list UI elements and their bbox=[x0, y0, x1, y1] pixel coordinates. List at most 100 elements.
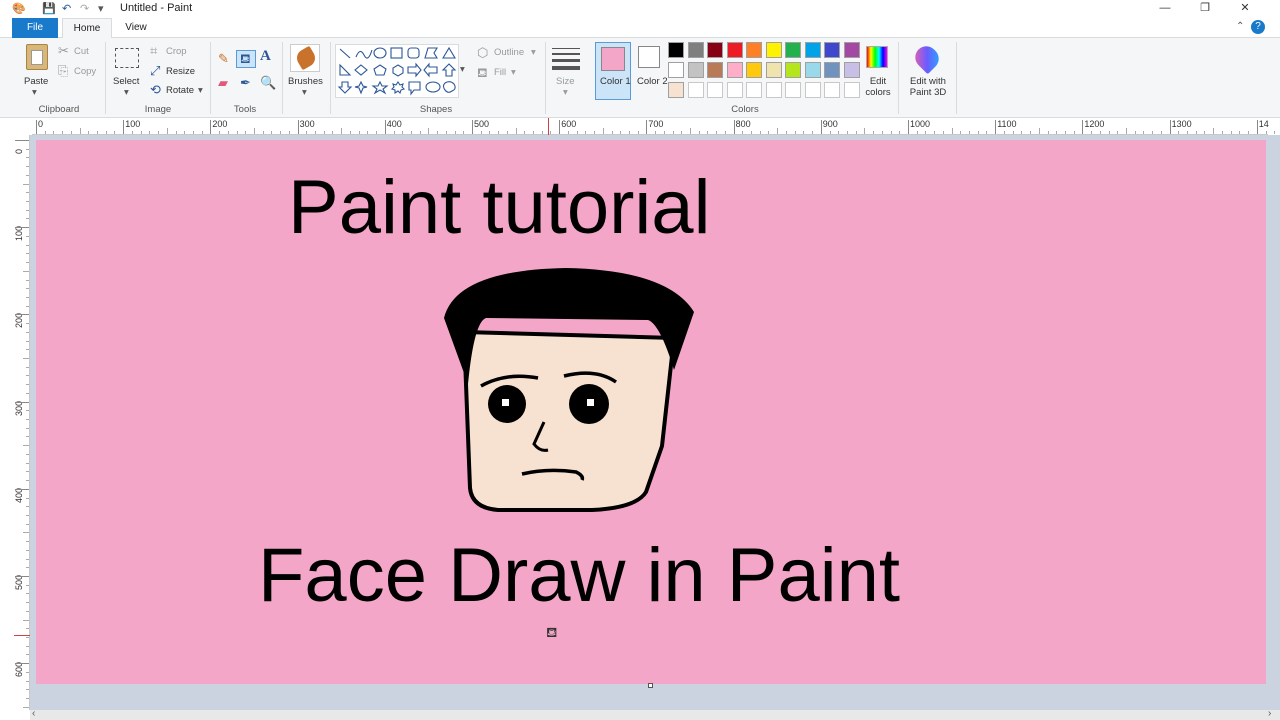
maximize-button[interactable]: ❐ bbox=[1190, 0, 1220, 16]
eraser-icon[interactable]: ▰ bbox=[218, 76, 228, 90]
empty-custom-color-swatch[interactable] bbox=[726, 82, 743, 98]
palette-color-swatch[interactable] bbox=[668, 62, 684, 78]
fill-dropdown-icon[interactable]: ▾ bbox=[511, 67, 516, 78]
redo-icon[interactable]: ↷ bbox=[80, 2, 89, 16]
outline-dropdown-icon[interactable]: ▾ bbox=[531, 47, 536, 58]
empty-custom-color-swatch[interactable] bbox=[687, 82, 704, 98]
palette-color-swatch[interactable] bbox=[785, 42, 801, 58]
brushes-icon[interactable] bbox=[290, 44, 320, 72]
close-button[interactable]: ✕ bbox=[1230, 0, 1260, 16]
empty-custom-color-swatch[interactable] bbox=[843, 82, 860, 98]
ruler-minor-tick bbox=[192, 131, 194, 134]
empty-custom-color-swatch[interactable] bbox=[765, 82, 782, 98]
ruler-minor-tick bbox=[288, 131, 290, 134]
edit-with-paint3d-button[interactable]: Edit with Paint 3D bbox=[904, 76, 952, 98]
paste-dropdown-icon[interactable]: ▾ bbox=[32, 87, 37, 98]
select-dropdown-icon[interactable]: ▾ bbox=[124, 87, 129, 98]
shapes-gallery[interactable] bbox=[335, 44, 459, 98]
palette-color-swatch[interactable] bbox=[843, 42, 860, 58]
empty-custom-color-swatch[interactable] bbox=[785, 82, 801, 98]
save-icon[interactable]: 💾 bbox=[42, 2, 56, 16]
tab-file[interactable]: File bbox=[12, 18, 58, 38]
copy-button[interactable]: Copy bbox=[74, 66, 96, 77]
fill-button[interactable]: Fill bbox=[494, 67, 506, 78]
palette-color-swatch[interactable] bbox=[707, 42, 723, 58]
palette-color-swatch[interactable] bbox=[668, 42, 684, 58]
fill-icon[interactable]: ⛾ bbox=[477, 66, 488, 80]
outline-button[interactable]: Outline bbox=[494, 47, 524, 58]
ruler-minor-tick bbox=[951, 128, 953, 134]
text-icon[interactable]: A bbox=[260, 48, 271, 65]
size-button[interactable]: Size bbox=[556, 76, 574, 87]
paint3d-icon[interactable] bbox=[910, 41, 944, 75]
outline-icon[interactable]: ⬡ bbox=[477, 46, 488, 60]
ribbon: Paste ▾ ✂ Cut ⎘ Copy Clipboard Select ▾ … bbox=[0, 38, 1280, 118]
palette-color-swatch[interactable] bbox=[824, 62, 840, 78]
ruler-minor-tick bbox=[201, 131, 203, 134]
empty-custom-color-swatch[interactable] bbox=[824, 82, 840, 98]
palette-color-swatch[interactable] bbox=[726, 62, 743, 78]
cut-button[interactable]: Cut bbox=[74, 46, 89, 57]
cut-icon[interactable]: ✂ bbox=[58, 44, 69, 58]
palette-color-swatch[interactable] bbox=[746, 62, 762, 78]
color-picker-icon[interactable]: ✒ bbox=[240, 76, 251, 90]
drawing-canvas[interactable]: Paint tutorial Face Draw in Paint ⛾ bbox=[36, 140, 1266, 684]
edit-colors-icon[interactable] bbox=[866, 46, 888, 68]
scroll-right-icon[interactable]: › bbox=[1268, 708, 1271, 719]
edit-colors-button[interactable]: Edit colors bbox=[862, 76, 894, 98]
ruler-minor-tick bbox=[881, 131, 883, 134]
tab-view[interactable]: View bbox=[116, 18, 156, 38]
palette-color-swatch[interactable] bbox=[804, 42, 821, 58]
palette-color-swatch[interactable] bbox=[843, 62, 860, 78]
crop-button[interactable]: Crop bbox=[166, 46, 187, 57]
scroll-left-icon[interactable]: ‹ bbox=[32, 708, 35, 719]
paste-button[interactable]: Paste bbox=[24, 76, 48, 87]
minimize-button[interactable]: — bbox=[1150, 0, 1180, 16]
pencil-icon[interactable]: ✎ bbox=[218, 52, 229, 66]
empty-custom-color-swatch[interactable] bbox=[707, 82, 723, 98]
color2-swatch[interactable] bbox=[638, 46, 660, 68]
resize-button[interactable]: Resize bbox=[166, 66, 195, 77]
palette-color-swatch[interactable] bbox=[687, 62, 704, 78]
brushes-button[interactable]: Brushes bbox=[288, 76, 323, 87]
color1-selector[interactable] bbox=[595, 42, 631, 100]
palette-color-swatch[interactable] bbox=[687, 42, 704, 58]
palette-color-swatch[interactable] bbox=[746, 42, 762, 58]
ruler-minor-tick bbox=[637, 131, 639, 134]
select-icon[interactable] bbox=[115, 48, 139, 68]
palette-color-swatch[interactable] bbox=[765, 62, 782, 78]
palette-color-swatch[interactable] bbox=[824, 42, 840, 58]
empty-custom-color-swatch[interactable] bbox=[804, 82, 821, 98]
horizontal-scrollbar[interactable]: ‹ › bbox=[30, 708, 1280, 720]
ruler-minor-tick bbox=[480, 131, 482, 134]
palette-color-swatch[interactable] bbox=[785, 62, 801, 78]
palette-color-swatch[interactable] bbox=[804, 62, 821, 78]
rotate-icon[interactable]: ⟲ bbox=[150, 83, 161, 97]
paste-icon[interactable] bbox=[26, 44, 48, 70]
canvas-resize-handle[interactable] bbox=[648, 683, 653, 688]
rotate-button[interactable]: Rotate bbox=[166, 85, 194, 96]
ruler-minor-tick bbox=[1003, 131, 1005, 134]
palette-color-swatch[interactable] bbox=[765, 42, 782, 58]
size-dropdown-icon[interactable]: ▾ bbox=[563, 87, 568, 98]
rotate-dropdown-icon[interactable]: ▾ bbox=[198, 85, 203, 96]
shapes-scroll-icon[interactable]: ▾ bbox=[460, 64, 465, 75]
empty-custom-color-swatch[interactable] bbox=[746, 82, 762, 98]
select-button[interactable]: Select bbox=[113, 76, 139, 87]
help-icon[interactable]: ? bbox=[1251, 20, 1265, 34]
custom-color-swatch[interactable] bbox=[668, 82, 684, 98]
undo-icon[interactable]: ↶ bbox=[62, 2, 71, 16]
ruler-tick-label: 900 bbox=[822, 119, 838, 129]
palette-color-swatch[interactable] bbox=[707, 62, 723, 78]
magnifier-icon[interactable]: 🔍 bbox=[260, 76, 276, 90]
brushes-dropdown-icon[interactable]: ▾ bbox=[302, 87, 307, 98]
tab-home[interactable]: Home bbox=[62, 18, 112, 38]
ruler-minor-tick bbox=[26, 593, 29, 595]
palette-color-swatch[interactable] bbox=[726, 42, 743, 58]
resize-icon[interactable]: ⤢ bbox=[150, 64, 160, 78]
crop-icon[interactable]: ⌗ bbox=[150, 44, 157, 58]
collapse-ribbon-icon[interactable]: ⌃ bbox=[1236, 21, 1244, 32]
copy-icon[interactable]: ⎘ bbox=[58, 64, 68, 78]
customize-quick-access-icon[interactable]: ▾ bbox=[98, 2, 104, 16]
size-icon[interactable] bbox=[552, 46, 580, 72]
